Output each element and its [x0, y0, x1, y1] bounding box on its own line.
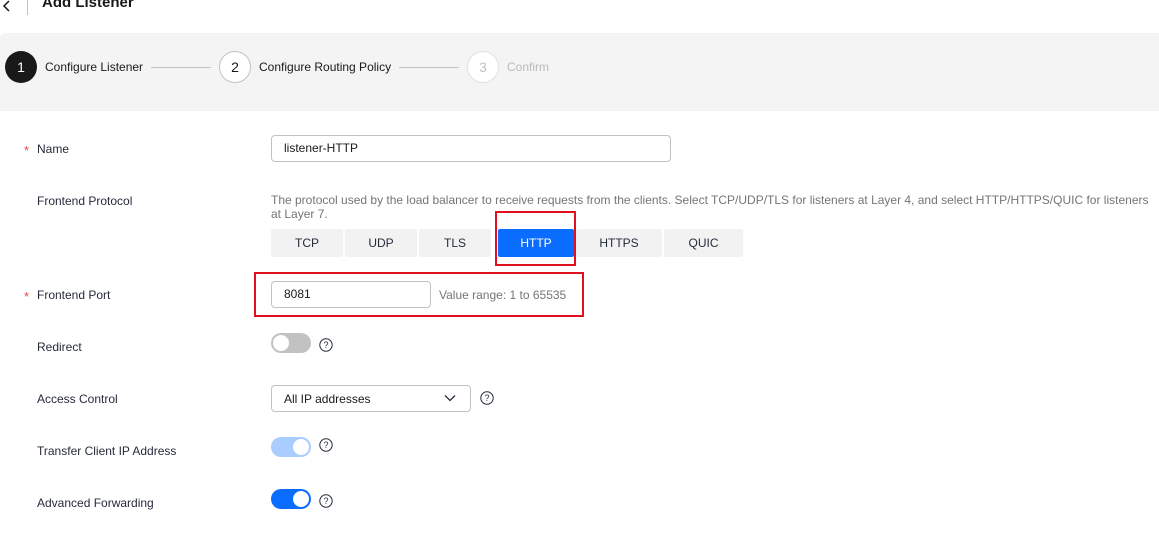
- transfer-client-ip-toggle[interactable]: [271, 437, 311, 457]
- required-marker: *: [24, 289, 30, 304]
- transfer-client-ip-label: Transfer Client IP Address: [37, 444, 177, 458]
- chevron-down-icon: [444, 395, 456, 402]
- name-label: Name: [37, 142, 70, 156]
- help-icon[interactable]: ?: [319, 338, 333, 352]
- help-icon[interactable]: ?: [480, 391, 494, 405]
- required-marker: *: [24, 143, 30, 158]
- step-2-number: 2: [219, 51, 251, 83]
- step-1-label: Configure Listener: [45, 60, 144, 74]
- svg-text:?: ?: [484, 393, 489, 403]
- step-3-label: Confirm: [507, 60, 550, 74]
- protocol-hint: The protocol used by the load balancer t…: [271, 193, 1149, 221]
- step-indicator: 1 Configure Listener 2 Configure Routing…: [0, 33, 1159, 111]
- frontend-port-label: Frontend Port: [37, 288, 111, 302]
- title-divider: [27, 0, 28, 15]
- step-connector: [399, 67, 459, 68]
- name-input[interactable]: listener-HTTP: [271, 135, 671, 162]
- http-highlight-box: [495, 211, 576, 266]
- protocol-option-https[interactable]: HTTPS: [576, 229, 662, 257]
- svg-text:?: ?: [323, 496, 328, 506]
- help-icon[interactable]: ?: [319, 438, 333, 452]
- page-header: Add Listener: [0, 0, 1159, 22]
- help-icon[interactable]: ?: [319, 494, 333, 508]
- frontend-protocol-label: Frontend Protocol: [37, 194, 133, 208]
- access-control-select[interactable]: All IP addresses: [271, 385, 471, 412]
- svg-text:?: ?: [323, 440, 328, 450]
- page-title: Add Listener: [42, 0, 134, 11]
- advanced-forwarding-label: Advanced Forwarding: [37, 496, 154, 510]
- toggle-knob: [293, 439, 309, 455]
- step-1-number: 1: [5, 51, 37, 83]
- step-3-number: 3: [467, 51, 499, 83]
- protocol-option-tcp[interactable]: TCP: [271, 229, 343, 257]
- redirect-label: Redirect: [37, 340, 82, 354]
- access-control-label: Access Control: [37, 392, 118, 406]
- toggle-knob: [293, 491, 309, 507]
- protocol-option-udp[interactable]: UDP: [345, 229, 417, 257]
- protocol-option-tls[interactable]: TLS: [419, 229, 491, 257]
- advanced-forwarding-toggle[interactable]: [271, 489, 311, 509]
- step-2-label: Configure Routing Policy: [259, 60, 392, 74]
- protocol-option-quic[interactable]: QUIC: [664, 229, 743, 257]
- step-connector: [151, 67, 211, 68]
- svg-text:?: ?: [323, 340, 328, 350]
- redirect-toggle[interactable]: [271, 333, 311, 353]
- port-highlight-box: [254, 272, 584, 317]
- access-control-value: All IP addresses: [284, 392, 371, 406]
- chevron-left-icon[interactable]: [0, 0, 14, 16]
- toggle-knob: [273, 335, 289, 351]
